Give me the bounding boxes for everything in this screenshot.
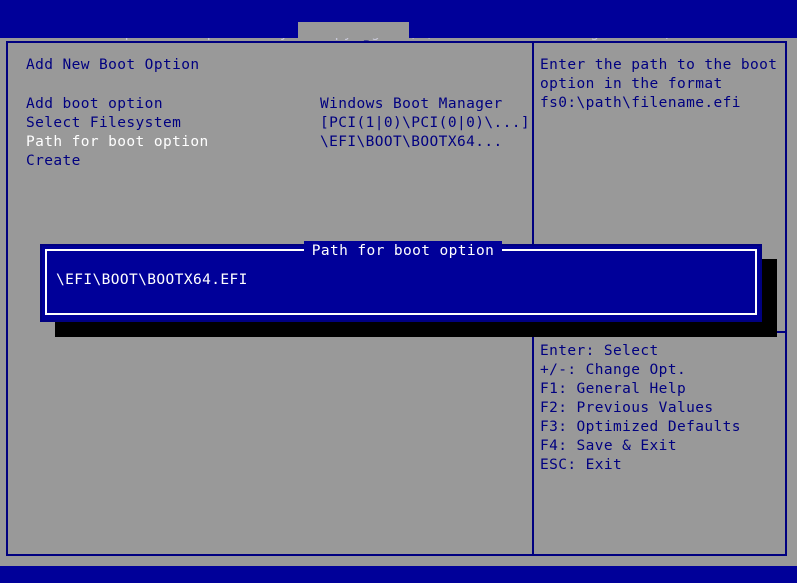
key-legend-optimized-defaults: F3: Optimized Defaults <box>540 419 741 435</box>
key-legend: Enter: Select +/-: Change Opt. F1: Gener… <box>540 342 780 475</box>
option-label-list: Add boot option Select Filesystem Path f… <box>26 95 326 171</box>
option-row-path-for-boot-option[interactable]: Path for boot option <box>26 133 326 152</box>
option-row-select-filesystem[interactable]: Select Filesystem <box>26 114 326 133</box>
option-row-create[interactable]: Create <box>26 152 326 171</box>
page-title: Add New Boot Option <box>26 57 200 73</box>
key-legend-esc-exit: ESC: Exit <box>540 457 623 473</box>
version-footer: Version 2.14.1219. Copyright (C) 2011 Am… <box>0 566 797 583</box>
bios-setup-screen: Aptio Setup Utility – Copyright (C) 2011… <box>0 0 797 583</box>
key-legend-previous-values: F2: Previous Values <box>540 400 714 416</box>
key-legend-change-opt: +/-: Change Opt. <box>540 362 687 378</box>
help-line-1: Enter the path to the boot <box>540 57 778 73</box>
help-text: Enter the path to the boot option in the… <box>540 56 780 113</box>
dialog-title-wrap: Path for boot option <box>47 241 759 261</box>
option-value-add-boot-option[interactable]: Windows Boot Manager <box>320 95 530 114</box>
option-row-add-boot-option[interactable]: Add boot option <box>26 95 326 114</box>
option-value-path-for-boot-option[interactable]: \EFI\BOOT\BOOTX64... <box>320 133 530 152</box>
path-input-field[interactable]: \EFI\BOOT\BOOTX64.EFI <box>56 271 248 290</box>
option-value-list: Windows Boot Manager [PCI(1|0)\PCI(0|0)\… <box>320 95 530 171</box>
dialog-title: Path for boot option <box>303 241 503 261</box>
key-legend-enter: Enter: Select <box>540 343 659 359</box>
dialog-inner-border: Path for boot option \EFI\BOOT\BOOTX64.E… <box>45 241 757 315</box>
option-value-select-filesystem[interactable]: [PCI(1|0)\PCI(0|0)\...] <box>320 114 530 133</box>
tab-strip: Boot <box>0 22 797 55</box>
tab-boot[interactable]: Boot <box>298 22 410 55</box>
key-legend-save-and-exit: F4: Save & Exit <box>540 438 677 454</box>
help-line-2: option in the format <box>540 76 723 92</box>
window-title-bar: Aptio Setup Utility – Copyright (C) 2011… <box>0 0 797 41</box>
path-for-boot-option-dialog: Path for boot option \EFI\BOOT\BOOTX64.E… <box>40 241 762 322</box>
key-legend-general-help: F1: General Help <box>540 381 687 397</box>
help-line-3: fs0:\path\filename.efi <box>540 95 741 111</box>
option-value-create <box>320 152 530 171</box>
